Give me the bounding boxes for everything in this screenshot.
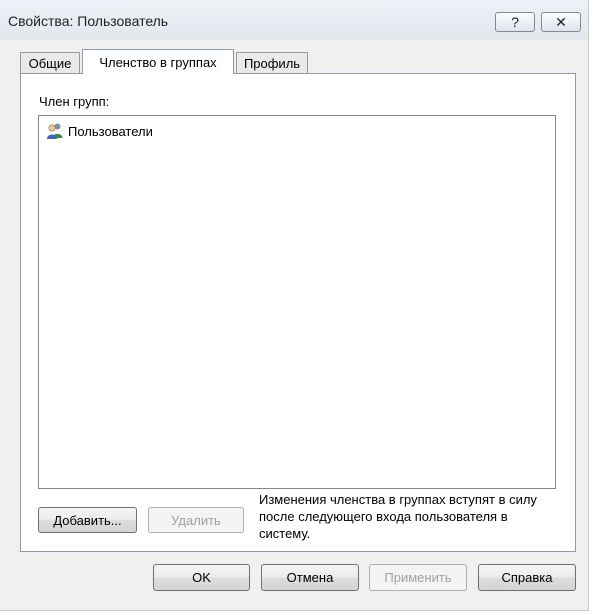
tab-group-membership[interactable]: Членство в группах bbox=[82, 49, 234, 74]
groups-listbox[interactable]: Пользователи bbox=[38, 115, 556, 489]
group-name-label: Пользователи bbox=[68, 123, 153, 139]
question-icon: ? bbox=[511, 14, 519, 30]
group-membership-panel: Член групп: Пользователи Добавить... Уда… bbox=[20, 73, 576, 552]
cancel-button[interactable]: Отмена bbox=[261, 564, 359, 591]
remove-button[interactable]: Удалить bbox=[148, 507, 244, 533]
dialog-title: Свойства: Пользователь bbox=[8, 13, 169, 29]
help-button[interactable]: Справка bbox=[478, 564, 576, 591]
ok-button[interactable]: OK bbox=[153, 564, 250, 591]
tab-profile[interactable]: Профиль bbox=[236, 52, 308, 74]
add-button[interactable]: Добавить... bbox=[38, 507, 137, 533]
apply-button[interactable]: Применить bbox=[369, 564, 467, 591]
title-bar: Свойства: Пользователь ? ✕ bbox=[0, 0, 588, 40]
tab-general-label: Общие bbox=[28, 56, 72, 71]
users-group-icon bbox=[47, 123, 63, 139]
member-of-label: Член групп: bbox=[39, 94, 110, 109]
list-item[interactable]: Пользователи bbox=[46, 121, 153, 141]
tab-profile-label: Профиль bbox=[243, 56, 301, 71]
properties-dialog: Свойства: Пользователь ? ✕ Общие Членств… bbox=[0, 0, 589, 611]
tab-group-membership-label: Членство в группах bbox=[99, 54, 217, 70]
titlebar-help-button[interactable]: ? bbox=[495, 12, 535, 32]
tab-general[interactable]: Общие bbox=[20, 52, 80, 74]
titlebar-close-button[interactable]: ✕ bbox=[541, 12, 581, 32]
membership-change-note: Изменения членства в группах вступят в с… bbox=[259, 492, 537, 541]
close-icon: ✕ bbox=[555, 13, 567, 30]
